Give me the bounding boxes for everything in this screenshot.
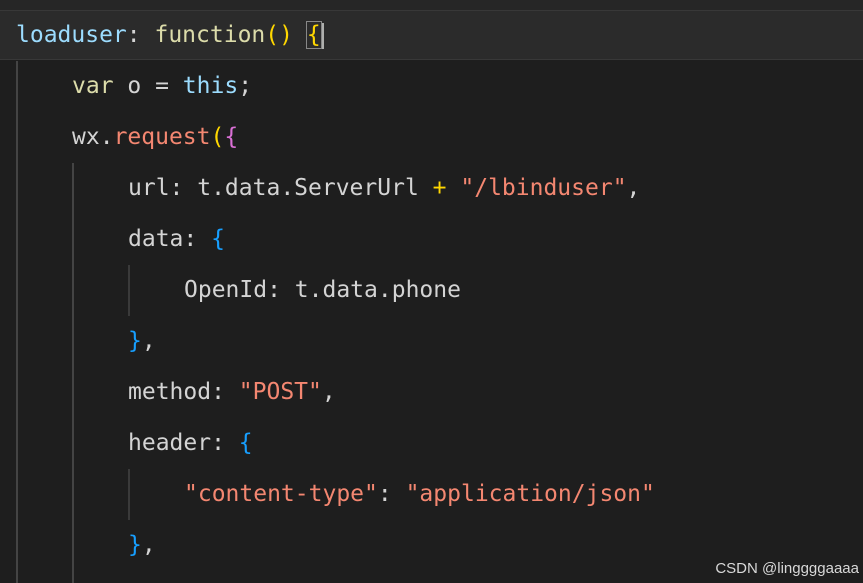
indent-guide (16, 61, 18, 583)
code-token: } (128, 328, 142, 354)
indent-guide (128, 469, 130, 520)
code-token: : t.data.ServerUrl (169, 175, 433, 201)
code-token: } (128, 532, 142, 558)
code-token: header (128, 430, 212, 456)
code-token: "POST" (238, 379, 322, 405)
code-token: { (211, 226, 225, 252)
code-token: : (377, 481, 406, 507)
watermark: CSDN @linggggaaaa (715, 560, 859, 577)
code-token: , (626, 175, 641, 201)
code-token: , (321, 379, 336, 405)
code-token: OpenId (184, 277, 268, 303)
code-token: ; (238, 73, 253, 99)
code-token: : (126, 22, 155, 48)
code-token: request (113, 124, 211, 150)
code-token: , (141, 532, 156, 558)
code-token: "application/json" (405, 481, 655, 507)
code-token: () (265, 22, 293, 48)
code-line[interactable]: loaduser: function() { (16, 10, 324, 60)
code-line[interactable]: "content-type": "application/json" (184, 469, 655, 519)
code-token: . (99, 124, 114, 150)
matched-brace: { (305, 21, 322, 49)
code-line[interactable]: var o = this; (72, 61, 252, 111)
code-token: : (211, 430, 239, 456)
code-line[interactable]: }, (128, 520, 156, 570)
code-token: this (182, 73, 239, 99)
code-line[interactable]: url: t.data.ServerUrl + "/lbinduser", (128, 163, 640, 213)
code-token: data (128, 226, 184, 252)
code-token: url (128, 175, 170, 201)
code-token: function (154, 22, 266, 48)
code-token: { (238, 430, 253, 456)
code-token: method (128, 379, 212, 405)
code-line[interactable]: wx.request({ (72, 112, 238, 162)
code-token: { (224, 124, 239, 150)
code-token: + (432, 175, 447, 201)
indent-guide (128, 265, 130, 316)
code-token: "content-type" (184, 481, 378, 507)
code-token: ( (210, 124, 225, 150)
code-line[interactable]: OpenId: t.data.phone (184, 265, 461, 315)
code-token: : (183, 226, 212, 252)
code-editor[interactable]: loaduser: function() {var o = this; wx.re… (0, 0, 863, 583)
code-token: "/lbinduser" (460, 175, 627, 201)
code-line[interactable]: }, (128, 316, 156, 366)
code-token: var (72, 73, 114, 99)
code-token: , (141, 328, 156, 354)
code-token: o = (113, 73, 183, 99)
indent-guide (72, 163, 74, 583)
code-line[interactable]: header: { (128, 418, 253, 468)
code-token: loaduser (16, 22, 127, 48)
code-token: : (211, 379, 239, 405)
code-token: : t.data.phone (267, 277, 461, 303)
text-cursor (321, 22, 324, 49)
editor-top-strip (0, 0, 863, 10)
code-line[interactable]: method: "POST", (128, 367, 336, 417)
code-token: wx (72, 124, 100, 150)
code-line[interactable]: data: { (128, 214, 225, 264)
